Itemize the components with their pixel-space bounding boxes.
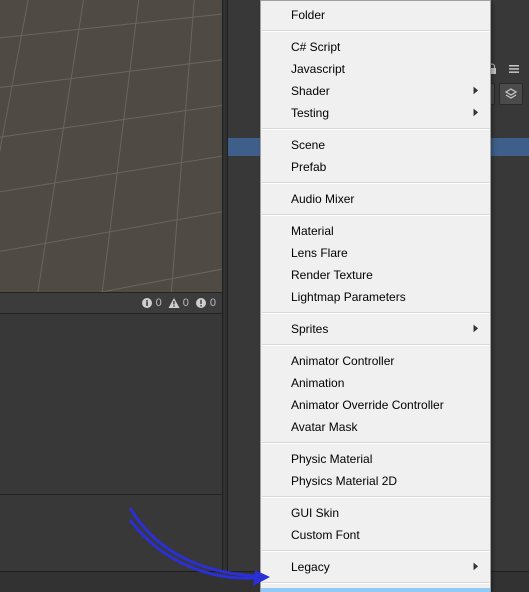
chevron-right-icon: ▶ — [474, 80, 479, 102]
chevron-right-icon: ▶ — [474, 556, 479, 578]
menu-item-label: C# Script — [291, 40, 340, 54]
console-status-bar: 0 0 0 — [0, 292, 222, 314]
console-info-value: 0 — [156, 297, 162, 309]
menu-item-c-script[interactable]: C# Script — [261, 36, 490, 58]
menu-item-legacy[interactable]: Legacy ▶ — [261, 556, 490, 578]
menu-item-audio-mixer[interactable]: Audio Mixer — [261, 188, 490, 210]
menu-item-animator-override-controller[interactable]: Animator Override Controller — [261, 394, 490, 416]
console-warning-value: 0 — [183, 297, 189, 309]
menu-item-label: Custom Font — [291, 528, 360, 542]
vertical-splitter[interactable] — [222, 0, 228, 592]
menu-separator — [262, 312, 489, 314]
menu-item-gui-skin[interactable]: GUI Skin — [261, 502, 490, 524]
menu-item-label: Scene — [291, 138, 325, 152]
menu-separator — [262, 550, 489, 552]
menu-item-label: Animator Controller — [291, 354, 394, 368]
menu-item-label: GUI Skin — [291, 506, 339, 520]
menu-item-label: Physics Material 2D — [291, 474, 397, 488]
menu-item-physics-material-2d[interactable]: Physics Material 2D — [261, 470, 490, 492]
project-pane[interactable] — [0, 314, 222, 592]
scene-view[interactable] — [0, 0, 222, 292]
pane-divider[interactable] — [0, 494, 222, 495]
menu-item-testing[interactable]: Testing ▶ — [261, 102, 490, 124]
menu-item-lens-flare[interactable]: Lens Flare — [261, 242, 490, 264]
console-error-count[interactable]: 0 — [195, 297, 216, 309]
menu-item-lightmap-parameters[interactable]: Lightmap Parameters — [261, 286, 490, 308]
menu-separator — [262, 30, 489, 32]
layers-icon[interactable] — [499, 83, 523, 105]
menu-item-label: Shader — [291, 84, 330, 98]
menu-item-label: Avatar Mask — [291, 420, 357, 434]
menu-separator — [262, 214, 489, 216]
menu-item-label: Lens Flare — [291, 246, 348, 260]
menu-item-label: Animation — [291, 376, 344, 390]
menu-item-avatar-mask[interactable]: Avatar Mask — [261, 416, 490, 438]
menu-item-shader[interactable]: Shader ▶ — [261, 80, 490, 102]
menu-item-label: Material — [291, 224, 334, 238]
menu-item-label: Sprites — [291, 322, 328, 336]
menu-item-physic-material[interactable]: Physic Material — [261, 448, 490, 470]
menu-item-label: Javascript — [291, 62, 345, 76]
menu-item-label: Legacy — [291, 560, 330, 574]
menu-separator — [262, 128, 489, 130]
menu-item-label: Animator Override Controller — [291, 398, 444, 412]
menu-item-label: Audio Mixer — [291, 192, 354, 206]
menu-separator — [262, 582, 489, 584]
menu-item-label: Lightmap Parameters — [291, 290, 406, 304]
menu-item-render-texture[interactable]: Render Texture — [261, 264, 490, 286]
console-error-value: 0 — [210, 297, 216, 309]
menu-item-animation[interactable]: Animation — [261, 372, 490, 394]
chevron-right-icon: ▶ — [474, 318, 479, 340]
menu-item-label: Render Texture — [291, 268, 373, 282]
panel-menu-icon[interactable] — [505, 61, 523, 77]
menu-item-dependencies[interactable]: Dependencies — [261, 588, 490, 592]
menu-separator — [262, 496, 489, 498]
menu-item-javascript[interactable]: Javascript — [261, 58, 490, 80]
console-warning-count[interactable]: 0 — [168, 297, 189, 309]
menu-separator — [262, 344, 489, 346]
menu-separator — [262, 442, 489, 444]
menu-item-label: Physic Material — [291, 452, 372, 466]
create-asset-context-menu: Folder C# Script Javascript Shader ▶ Testing ▶… — [260, 0, 491, 592]
menu-item-label: Testing — [291, 106, 329, 120]
chevron-right-icon: ▶ — [474, 102, 479, 124]
menu-item-label: Prefab — [291, 160, 326, 174]
console-info-count[interactable]: 0 — [141, 297, 162, 309]
menu-item-scene[interactable]: Scene — [261, 134, 490, 156]
menu-item-sprites[interactable]: Sprites ▶ — [261, 318, 490, 340]
menu-item-material[interactable]: Material — [261, 220, 490, 242]
left-pane: 0 0 0 — [0, 0, 222, 592]
menu-item-animator-controller[interactable]: Animator Controller — [261, 350, 490, 372]
menu-item-prefab[interactable]: Prefab — [261, 156, 490, 178]
menu-item-custom-font[interactable]: Custom Font — [261, 524, 490, 546]
menu-item-label: Folder — [291, 8, 325, 22]
menu-separator — [262, 182, 489, 184]
menu-item-folder[interactable]: Folder — [261, 4, 490, 26]
